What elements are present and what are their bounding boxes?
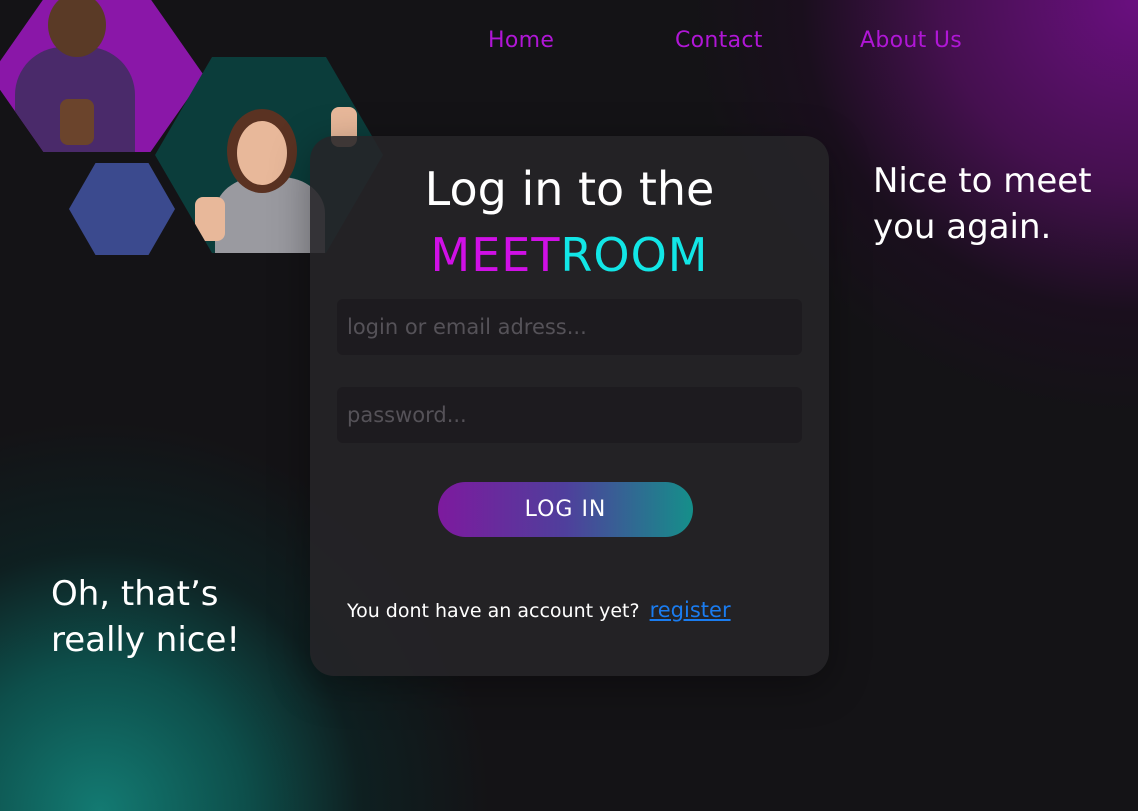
login-email-input[interactable] — [337, 299, 802, 355]
password-input[interactable] — [337, 387, 802, 443]
register-prompt-text: You dont have an account yet? — [347, 600, 640, 622]
welcome-tagline: Nice to meet you again. — [873, 161, 1092, 247]
testimonial-tagline: Oh, that’s really nice! — [51, 574, 241, 660]
login-title: Log in to the — [424, 162, 715, 216]
register-link[interactable]: register — [650, 598, 731, 622]
hexagon-decoration — [69, 163, 175, 255]
nav-link-contact[interactable]: Contact — [675, 28, 763, 53]
nav-link-about-us[interactable]: About Us — [860, 28, 962, 53]
login-button[interactable]: LOG IN — [438, 482, 693, 537]
nav-link-home[interactable]: Home — [488, 28, 554, 53]
brand-name-room: ROOM — [560, 228, 709, 282]
brand-name: MEETROOM — [310, 224, 829, 286]
register-prompt-row: You dont have an account yet? register — [347, 598, 731, 622]
brand-name-meet: MEET — [430, 228, 561, 282]
login-card: Log in to the MEETROOM LOG IN You dont h… — [310, 136, 829, 676]
